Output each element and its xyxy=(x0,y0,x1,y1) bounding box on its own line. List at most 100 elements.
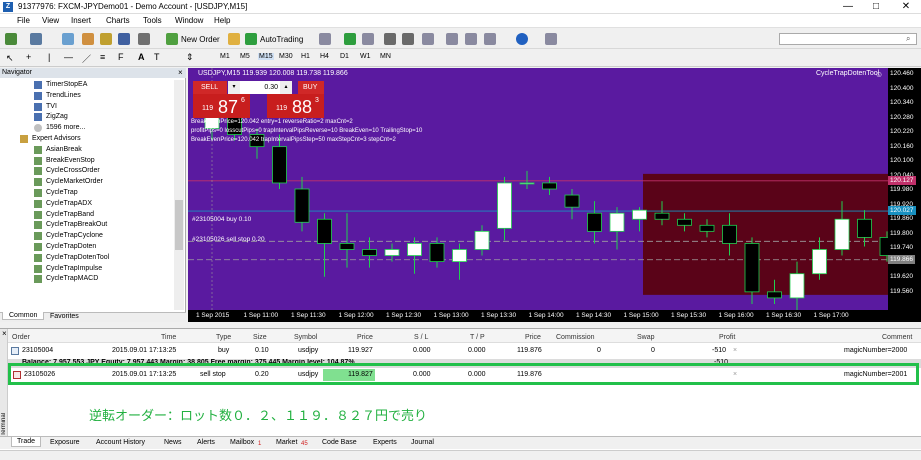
new-chart-icon[interactable] xyxy=(5,33,17,45)
timeframe-m15[interactable]: M15 xyxy=(258,53,274,60)
col-swap[interactable]: Swap xyxy=(637,334,655,341)
sell-price-panel[interactable]: 119 87 6 xyxy=(193,94,250,118)
terminal-icon[interactable] xyxy=(118,33,130,45)
profiles-icon[interactable] xyxy=(30,33,42,45)
nav-item[interactable]: BreakEvenStop xyxy=(46,156,95,166)
indicators-icon[interactable] xyxy=(484,33,496,45)
nav-item[interactable]: CycleTrapDoten xyxy=(46,242,96,252)
col-order[interactable]: Order xyxy=(12,334,30,341)
col-size[interactable]: Size xyxy=(253,334,267,341)
col-profit[interactable]: Profit xyxy=(719,334,735,341)
nav-item[interactable]: TrendLines xyxy=(46,91,81,101)
tab-market[interactable]: Market xyxy=(276,439,297,446)
bar-chart-icon[interactable] xyxy=(319,33,331,45)
menu-charts[interactable]: Charts xyxy=(106,16,130,25)
nav-item[interactable]: CycleTrapMACD xyxy=(46,274,98,284)
terminal-close-icon[interactable]: × xyxy=(2,329,7,338)
lot-down-icon[interactable]: ▾ xyxy=(228,81,240,94)
menu-window[interactable]: Window xyxy=(175,16,203,25)
col-commission[interactable]: Commission xyxy=(556,334,595,341)
timeframe-h1[interactable]: H1 xyxy=(301,53,310,60)
navigator-icon[interactable] xyxy=(100,33,112,45)
nav-item[interactable]: CycleTrapCyclone xyxy=(46,231,103,241)
navigator-scrollbar[interactable] xyxy=(174,80,184,310)
table-row[interactable]: 23105004 2015.09.01 17:13:25 buy 0.10 us… xyxy=(8,345,921,357)
buy-button[interactable]: BUY xyxy=(298,81,324,94)
tab-journal[interactable]: Journal xyxy=(411,439,434,446)
tab-trade[interactable]: Trade xyxy=(11,437,42,447)
horizontal-line-icon[interactable]: — xyxy=(64,52,73,62)
nav-item[interactable]: CycleCrossOrder xyxy=(46,166,100,176)
autotrading-button[interactable]: AutoTrading xyxy=(260,35,303,44)
crosshair-icon[interactable]: + xyxy=(26,52,31,62)
timeframe-m1[interactable]: M1 xyxy=(220,53,230,60)
nav-item[interactable]: 1596 more... xyxy=(46,123,85,133)
table-row[interactable]: 23105026 2015.09.01 17:13:25 sell stop 0… xyxy=(11,369,917,381)
col-comment[interactable]: Comment xyxy=(882,334,912,341)
menu-tools[interactable]: Tools xyxy=(143,16,162,25)
channel-icon[interactable]: ≡ xyxy=(100,52,105,62)
col-time[interactable]: Time xyxy=(161,334,176,341)
zoom-out-icon[interactable] xyxy=(402,33,414,45)
buy-price-panel[interactable]: 119 88 3 xyxy=(267,94,324,118)
tile-windows-icon[interactable] xyxy=(422,33,434,45)
tab-experts[interactable]: Experts xyxy=(373,439,397,446)
fibonacci-icon[interactable]: F xyxy=(118,52,124,62)
lot-input[interactable]: 0.30 xyxy=(240,81,280,94)
strategy-tester-icon[interactable] xyxy=(138,33,150,45)
nav-item[interactable]: AsianBreak xyxy=(46,145,82,155)
candlestick-icon[interactable] xyxy=(344,33,356,45)
tab-news[interactable]: News xyxy=(164,439,182,446)
timeframe-w1[interactable]: W1 xyxy=(360,53,371,60)
navigator-close-icon[interactable]: × xyxy=(178,68,183,77)
nav-item[interactable]: CycleMarketOrder xyxy=(46,177,103,187)
nav-item[interactable]: CycleTrapADX xyxy=(46,199,92,209)
nav-item[interactable]: CycleTrapImpulse xyxy=(46,264,102,274)
menu-help[interactable]: Help xyxy=(214,16,230,25)
menu-view[interactable]: View xyxy=(42,16,59,25)
nav-item[interactable]: TVI xyxy=(46,102,57,112)
menu-insert[interactable]: Insert xyxy=(71,16,91,25)
autoscroll-icon[interactable] xyxy=(446,33,458,45)
lot-up-icon[interactable]: ▴ xyxy=(280,81,292,94)
minimize-button[interactable]: — xyxy=(838,1,858,12)
col-symbol[interactable]: Symbol xyxy=(294,334,317,341)
templates-icon[interactable] xyxy=(545,33,557,45)
meta-editor-icon[interactable] xyxy=(228,33,240,45)
sell-button[interactable]: SELL xyxy=(193,81,227,94)
chart-plot[interactable]: USDJPY,M15 119.939 120.008 119.738 119.8… xyxy=(188,68,888,310)
tab-exposure[interactable]: Exposure xyxy=(50,439,80,446)
col-price[interactable]: Price xyxy=(357,334,373,341)
trendline-icon[interactable]: ／ xyxy=(82,52,91,65)
arrows-icon[interactable]: ⇕ xyxy=(186,52,194,63)
nav-folder-expert-advisors[interactable]: Expert Advisors xyxy=(32,134,81,144)
timeframe-d1[interactable]: D1 xyxy=(340,53,349,60)
nav-item[interactable]: ZigZag xyxy=(46,112,68,122)
periods-icon[interactable] xyxy=(516,33,528,45)
chart-shift-icon[interactable] xyxy=(465,33,477,45)
col-tp[interactable]: T / P xyxy=(470,334,485,341)
nav-item[interactable]: CycleTrapDotenTool xyxy=(46,253,109,263)
timeframe-m30[interactable]: M30 xyxy=(279,53,293,60)
timeframe-mn[interactable]: MN xyxy=(380,53,391,60)
time-axis[interactable]: 1 Sep 2015 1 Sep 11:00 1 Sep 11:30 1 Sep 12… xyxy=(188,310,921,322)
maximize-button[interactable]: □ xyxy=(866,1,886,12)
tab-alerts[interactable]: Alerts xyxy=(197,439,215,446)
tab-mailbox[interactable]: Mailbox xyxy=(230,439,254,446)
label-icon[interactable]: T xyxy=(154,52,160,62)
market-watch-icon[interactable] xyxy=(62,33,74,45)
tab-favorites[interactable]: Favorites xyxy=(50,313,79,320)
data-window-icon[interactable] xyxy=(82,33,94,45)
nav-item[interactable]: CycleTrap xyxy=(46,188,78,198)
search-icon[interactable]: ⌕ xyxy=(906,34,910,44)
cursor-icon[interactable]: ↖ xyxy=(6,53,14,64)
tab-code-base[interactable]: Code Base xyxy=(322,439,357,446)
new-order-button[interactable]: New Order xyxy=(181,35,220,44)
close-button[interactable]: ✕ xyxy=(896,1,916,12)
zoom-in-icon[interactable] xyxy=(384,33,396,45)
tab-account-history[interactable]: Account History xyxy=(96,439,145,446)
menu-file[interactable]: File xyxy=(17,16,30,25)
row-close-icon[interactable]: × xyxy=(733,371,737,378)
col-sl[interactable]: S / L xyxy=(414,334,428,341)
nav-item[interactable]: CycleTrapBand xyxy=(46,210,94,220)
